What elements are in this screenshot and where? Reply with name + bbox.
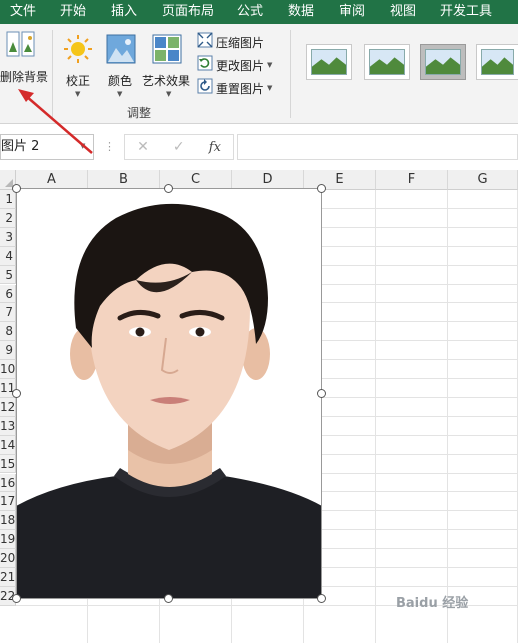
tab-file[interactable]: 文件 (10, 0, 36, 24)
chevron-down-icon: ▼ (117, 90, 123, 98)
check-icon[interactable]: ✓ (173, 139, 185, 155)
tab-view[interactable]: 视图 (390, 0, 416, 24)
tab-developer[interactable]: 开发工具 (440, 0, 492, 24)
selected-picture[interactable] (16, 188, 322, 599)
resize-handle-bottom-left[interactable] (12, 594, 21, 603)
tab-home[interactable]: 开始 (60, 0, 86, 24)
compress-pictures-label: 压缩图片 (216, 35, 265, 50)
reset-picture-button[interactable]: 重置图片 ▼ (197, 78, 272, 98)
column-header-b[interactable]: B (88, 170, 160, 190)
ribbon-tab-bar: 文件 开始 插入 页面布局 公式 数据 审阅 视图 开发工具 (0, 0, 518, 24)
tab-insert[interactable]: 插入 (111, 0, 137, 24)
change-picture-icon (197, 55, 213, 75)
picture-style-2[interactable] (364, 44, 410, 80)
row-header-9[interactable]: 9 (0, 341, 16, 361)
column-header-e[interactable]: E (304, 170, 376, 190)
formula-buttons: ✕ ✓ fx (124, 134, 234, 160)
row-header-6[interactable]: 6 (0, 284, 16, 304)
row-header-4[interactable]: 4 (0, 246, 16, 266)
name-box-value: 图片 2 (1, 139, 40, 154)
insert-function-icon[interactable]: fx (209, 140, 221, 155)
chevron-down-icon: ▼ (75, 90, 81, 98)
row-header-13[interactable]: 13 (0, 416, 16, 436)
column-header-g[interactable]: G (448, 170, 518, 190)
column-header-d[interactable]: D (232, 170, 304, 190)
row-header-18[interactable]: 18 (0, 511, 16, 531)
color-icon (106, 34, 136, 68)
tab-page-layout[interactable]: 页面布局 (162, 0, 214, 24)
more-options-icon[interactable]: ⋮ (104, 140, 115, 153)
row-header-15[interactable]: 15 (0, 454, 16, 474)
compress-pictures-button[interactable]: 压缩图片 (197, 32, 264, 52)
resize-handle-right[interactable] (317, 389, 326, 398)
row-header-14[interactable]: 14 (0, 435, 16, 455)
change-picture-button[interactable]: 更改图片 ▼ (197, 55, 272, 75)
color-button[interactable]: 颜色 ▼ (102, 28, 140, 100)
row-header-8[interactable]: 8 (0, 322, 16, 342)
resize-handle-top-right[interactable] (317, 184, 326, 193)
corrections-label: 校正 (66, 74, 91, 88)
picture-style-1[interactable] (306, 44, 352, 80)
row-header-2[interactable]: 2 (0, 208, 16, 228)
tab-data[interactable]: 数据 (288, 0, 314, 24)
tab-formulas[interactable]: 公式 (237, 0, 263, 24)
formula-bar: 图片 2 ▼ ⋮ ✕ ✓ fx (0, 124, 518, 168)
ribbon-separator (52, 30, 53, 118)
picture-style-3[interactable] (420, 44, 466, 80)
resize-handle-bottom[interactable] (164, 594, 173, 603)
row-header-19[interactable]: 19 (0, 530, 16, 550)
row-header-7[interactable]: 7 (0, 303, 16, 323)
row-header-20[interactable]: 20 (0, 549, 16, 568)
tab-review[interactable]: 审阅 (339, 0, 365, 24)
resize-handle-top-left[interactable] (12, 184, 21, 193)
color-label: 颜色 (108, 74, 133, 88)
ribbon-separator (290, 30, 291, 118)
row-header-10[interactable]: 10 (0, 360, 16, 379)
picture-style-preview (481, 49, 514, 75)
row-header-5[interactable]: 5 (0, 265, 16, 285)
cancel-icon[interactable]: ✕ (137, 139, 149, 155)
picture-style-preview (425, 49, 461, 75)
row-header-3[interactable]: 3 (0, 227, 16, 247)
artistic-effects-icon (152, 34, 182, 68)
chevron-down-icon: ▼ (267, 84, 273, 92)
watermark: Baidu 经验 (396, 596, 469, 611)
chevron-down-icon: ▼ (267, 61, 273, 69)
change-picture-label: 更改图片 (216, 58, 265, 73)
resize-handle-bottom-right[interactable] (317, 594, 326, 603)
chevron-down-icon: ▼ (166, 90, 172, 98)
remove-background-icon (6, 30, 36, 64)
adjust-group-label: 调整 (127, 106, 152, 120)
ribbon-panel: 删除背景 校正 ▼ 颜色 ▼ 艺术效果 ▼ 压缩图片 更改图片 ▼ 重置图片 ▼… (0, 24, 518, 124)
picture-style-preview (311, 49, 347, 75)
row-header-1[interactable]: 1 (0, 190, 16, 209)
picture-style-4[interactable] (476, 44, 518, 80)
resize-handle-left[interactable] (12, 389, 21, 398)
formula-input[interactable] (237, 134, 518, 160)
row-header-12[interactable]: 12 (0, 397, 16, 417)
artistic-effects-button[interactable]: 艺术效果 ▼ (142, 28, 192, 100)
row-header-17[interactable]: 17 (0, 492, 16, 512)
row-header-16[interactable]: 16 (0, 473, 16, 493)
compress-icon (197, 32, 213, 52)
resize-handle-top[interactable] (164, 184, 173, 193)
chevron-down-icon[interactable]: ▼ (80, 142, 85, 150)
picture-style-preview (369, 49, 405, 75)
remove-background-button[interactable]: 删除背景 (0, 28, 48, 88)
reset-picture-label: 重置图片 (216, 81, 265, 96)
remove-background-label: 删除背景 (0, 70, 49, 84)
reset-picture-icon (197, 78, 213, 98)
row-header-21[interactable]: 21 (0, 568, 16, 587)
sun-icon (63, 34, 93, 68)
portrait-photo (16, 188, 322, 599)
artistic-effects-label: 艺术效果 (142, 74, 191, 88)
corrections-button[interactable]: 校正 ▼ (58, 28, 98, 100)
column-header-a[interactable]: A (16, 170, 88, 190)
column-header-f[interactable]: F (376, 170, 448, 190)
